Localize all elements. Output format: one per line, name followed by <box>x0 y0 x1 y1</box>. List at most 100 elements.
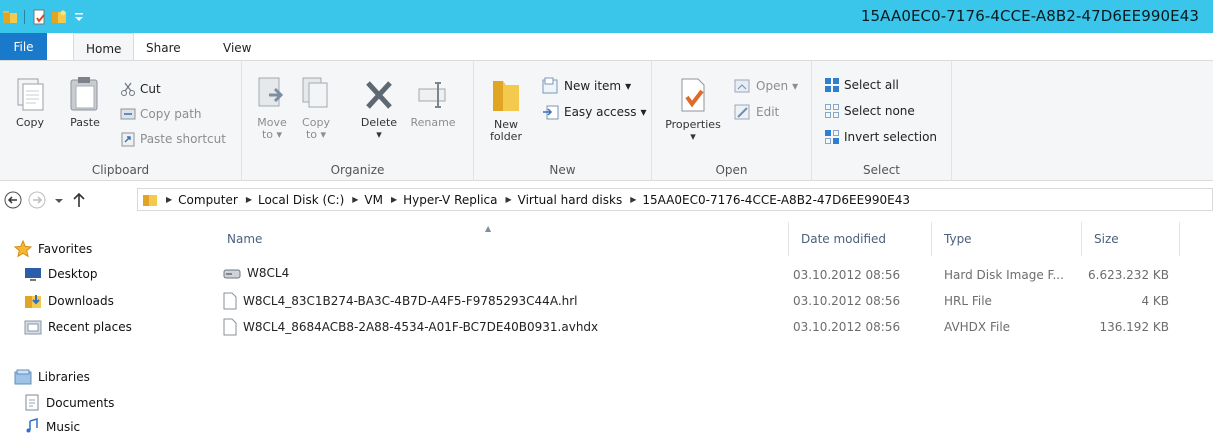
breadcrumb-arrow-icon[interactable]: ▶ <box>391 195 397 204</box>
nav-item-downloads[interactable]: Downloads <box>24 292 114 310</box>
breadcrumb-hyper-v-replica[interactable]: Hyper-V Replica <box>403 193 497 207</box>
chevron-down-icon: ▾ <box>320 128 327 141</box>
table-row[interactable]: W8CL4_83C1B274-BA3C-4B7D-A4F5-F9785293C4… <box>205 290 1185 312</box>
folder-icon[interactable] <box>2 9 18 25</box>
nav-item-favorites[interactable]: Favorites <box>14 240 92 258</box>
up-arrow-icon[interactable] <box>72 192 86 211</box>
easy-access-icon <box>543 105 559 120</box>
folder-icon <box>143 194 157 206</box>
delete-button[interactable]: Delete ▾ <box>356 75 402 141</box>
new-folder-button[interactable]: New folder <box>486 75 526 143</box>
nav-label-favorites: Favorites <box>38 242 93 256</box>
paste-label: Paste <box>70 116 100 129</box>
toolbar-divider <box>24 10 25 24</box>
column-header-name[interactable]: Name ▲ <box>215 222 789 256</box>
table-row[interactable]: W8CL4_8684ACB8-2A88-4534-A01F-BC7DE40B09… <box>205 316 1185 338</box>
address-bar[interactable]: ▶ Computer ▶ Local Disk (C:) ▶ VM ▶ Hype… <box>137 188 1213 211</box>
new-item-label: New item <box>564 79 622 93</box>
nav-item-music[interactable]: Music <box>24 418 80 433</box>
nav-item-libraries[interactable]: Libraries <box>14 368 90 386</box>
move-to-label-2: to <box>261 128 273 141</box>
generic-file-icon <box>223 318 237 336</box>
breadcrumb-arrow-icon[interactable]: ▶ <box>630 195 636 204</box>
forward-icon[interactable] <box>28 191 46 212</box>
breadcrumb-arrow-icon[interactable]: ▶ <box>166 195 172 204</box>
copy-to-button[interactable]: Copy to ▾ <box>298 75 334 141</box>
nav-item-recent-places[interactable]: Recent places <box>24 318 132 336</box>
nav-label-music: Music <box>46 420 81 433</box>
edit-button[interactable]: Edit <box>734 103 779 121</box>
column-header-type[interactable]: Type <box>932 222 1082 256</box>
invert-selection-button[interactable]: Invert selection <box>824 129 937 145</box>
paste-button[interactable]: Paste <box>66 75 104 129</box>
breadcrumb-virtual-hard-disks[interactable]: Virtual hard disks <box>518 193 623 207</box>
file-name: W8CL4_8684ACB8-2A88-4534-A01F-BC7DE40B09… <box>243 320 599 334</box>
breadcrumb-computer[interactable]: Computer <box>178 193 238 207</box>
select-group-label: Select <box>862 163 901 177</box>
file-name: W8CL4_83C1B274-BA3C-4B7D-A4F5-F9785293C4… <box>243 294 578 308</box>
tab-view[interactable]: View <box>223 41 251 55</box>
properties-icon[interactable] <box>31 9 47 25</box>
copy-label: Copy <box>16 116 44 129</box>
breadcrumb-arrow-icon[interactable]: ▶ <box>352 195 358 204</box>
recent-locations-dropdown-icon[interactable] <box>54 195 64 209</box>
column-type-label: Type <box>944 232 972 246</box>
organize-group: Move to ▾ Copy to ▾ Delete ▾ Rename Orga… <box>242 61 474 181</box>
paste-shortcut-icon <box>121 132 135 147</box>
column-header-size[interactable]: Size <box>1082 222 1180 256</box>
file-size: 136.192 KB <box>1099 320 1169 334</box>
copy-path-label: Copy path <box>140 107 202 121</box>
chevron-down-icon: ▾ <box>640 105 647 119</box>
chevron-down-icon: ▾ <box>625 79 632 93</box>
open-button[interactable]: Open ▾ <box>734 77 798 95</box>
copy-to-label-2: to <box>305 128 317 141</box>
paste-shortcut-label: Paste shortcut <box>140 132 226 146</box>
breadcrumb-vm[interactable]: VM <box>364 193 383 207</box>
documents-icon <box>25 394 39 411</box>
nav-label-libraries: Libraries <box>38 370 90 384</box>
new-item-button[interactable]: New item ▾ <box>542 77 631 95</box>
cut-button[interactable]: Cut <box>120 81 161 97</box>
file-name: W8CL4 <box>247 266 290 280</box>
column-size-label: Size <box>1094 232 1119 246</box>
chevron-down-icon: ▾ <box>690 130 696 143</box>
invert-selection-label: Invert selection <box>844 130 938 144</box>
easy-access-label: Easy access <box>564 105 637 119</box>
new-folder-icon[interactable] <box>51 9 67 25</box>
ribbon-tabs: File Home Share View <box>0 33 1213 60</box>
edit-icon <box>734 104 750 120</box>
move-to-button[interactable]: Move to ▾ <box>254 75 290 141</box>
paste-shortcut-button[interactable]: Paste shortcut <box>120 131 226 147</box>
copy-button[interactable]: Copy <box>12 75 48 129</box>
tab-share[interactable]: Share <box>146 41 181 55</box>
nav-item-documents[interactable]: Documents <box>24 394 114 412</box>
column-header-date-modified[interactable]: Date modified <box>789 222 932 256</box>
select-all-button[interactable]: Select all <box>824 77 899 93</box>
nav-label-documents: Documents <box>46 396 115 410</box>
copy-path-button[interactable]: Copy path <box>120 106 202 122</box>
customize-dropdown-icon[interactable] <box>71 9 87 25</box>
file-date: 03.10.2012 08:56 <box>793 320 901 334</box>
chevron-down-icon: ▾ <box>376 128 382 141</box>
select-none-icon <box>825 104 839 118</box>
tab-file[interactable]: File <box>0 33 47 60</box>
back-icon[interactable] <box>4 191 22 212</box>
easy-access-button[interactable]: Easy access ▾ <box>542 103 647 121</box>
select-none-button[interactable]: Select none <box>824 103 915 119</box>
organize-group-label: Organize <box>330 163 385 177</box>
breadcrumb-current-folder[interactable]: 15AA0EC0-7176-4CCE-A8B2-47D6EE990E43 <box>642 193 910 207</box>
tab-home[interactable]: Home <box>73 33 135 60</box>
breadcrumb-local-disk[interactable]: Local Disk (C:) <box>258 193 344 207</box>
file-size: 6.623.232 KB <box>1088 268 1169 282</box>
desktop-icon <box>25 268 41 281</box>
edit-label: Edit <box>756 105 780 119</box>
window-title: 15AA0EC0-7176-4CCE-A8B2-47D6EE990E43 <box>860 7 1199 25</box>
breadcrumb-arrow-icon[interactable]: ▶ <box>246 195 252 204</box>
file-type: Hard Disk Image F... <box>944 268 1064 282</box>
properties-button[interactable]: Properties ▾ <box>660 75 726 143</box>
breadcrumb-arrow-icon[interactable]: ▶ <box>506 195 512 204</box>
chevron-down-icon: ▾ <box>276 128 283 141</box>
rename-button[interactable]: Rename <box>408 75 458 129</box>
nav-item-desktop[interactable]: Desktop <box>24 266 98 282</box>
table-row[interactable]: W8CL4 03.10.2012 08:56 Hard Disk Image F… <box>205 264 1185 286</box>
